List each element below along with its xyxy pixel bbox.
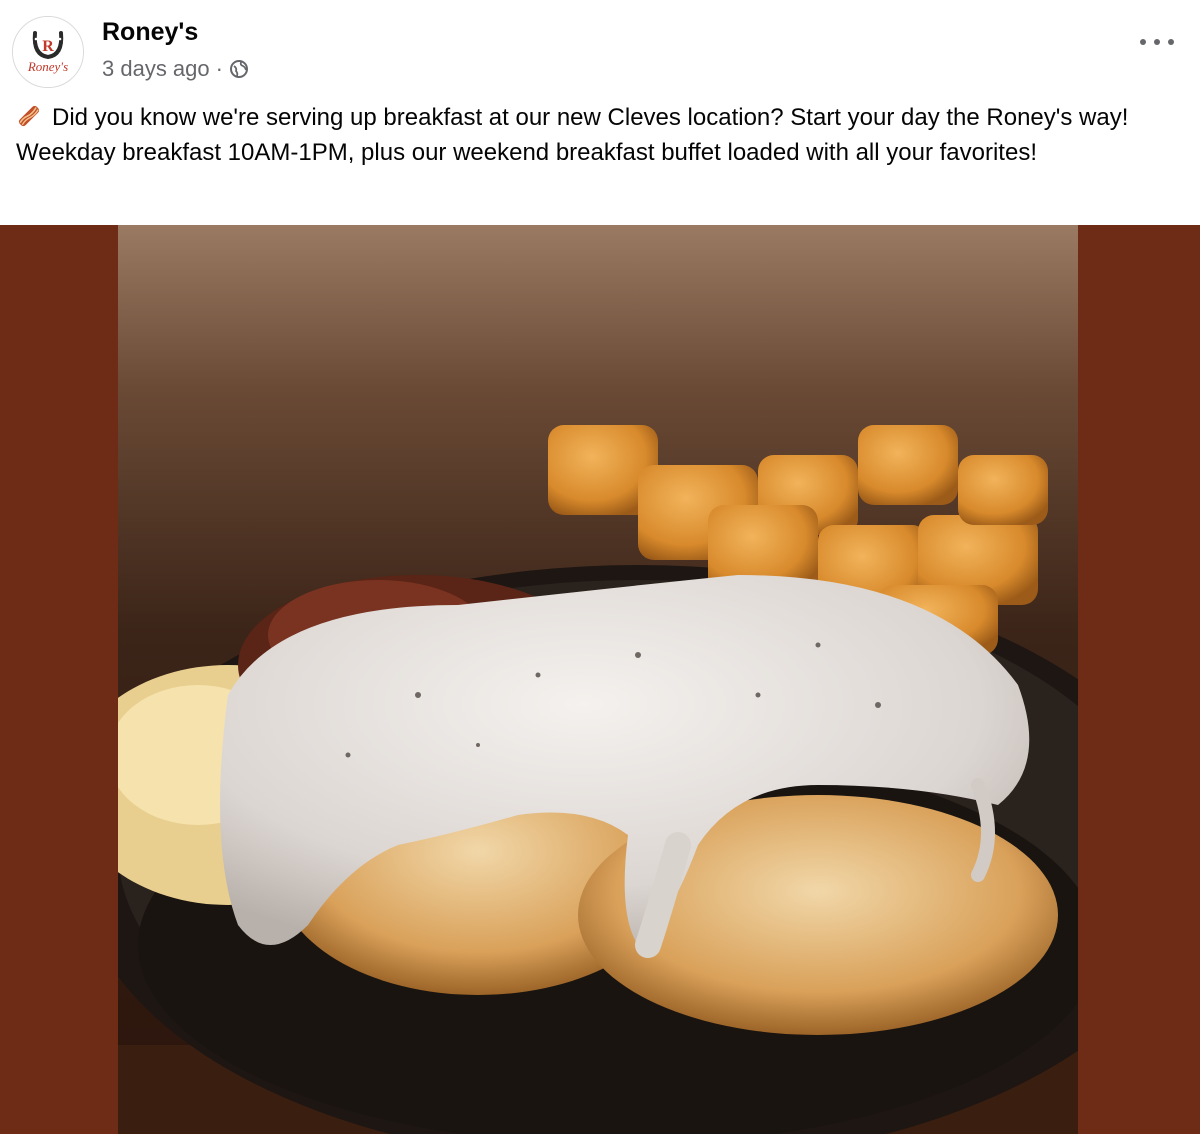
- facebook-post: R Roney's Roney's 3 days ago · Did you k…: [0, 0, 1200, 1134]
- more-dot: [1168, 39, 1174, 45]
- bacon-icon: [16, 103, 42, 129]
- page-name-link[interactable]: Roney's: [102, 18, 198, 47]
- roneys-logo: R Roney's: [13, 17, 83, 87]
- meta-separator: ·: [215, 56, 223, 81]
- page-avatar[interactable]: R Roney's: [12, 16, 84, 88]
- post-meta: 3 days ago ·: [102, 56, 249, 82]
- globe-icon[interactable]: [229, 59, 249, 79]
- svg-text:Roney's: Roney's: [27, 59, 68, 74]
- more-options-icon[interactable]: [1140, 32, 1174, 52]
- caption-text: Did you know we're serving up breakfast …: [16, 104, 1129, 166]
- post-photo[interactable]: [0, 225, 1200, 1134]
- more-dot: [1140, 39, 1146, 45]
- post-timestamp[interactable]: 3 days ago: [102, 56, 210, 82]
- post-caption: Did you know we're serving up breakfast …: [16, 100, 1186, 170]
- post-header: R Roney's Roney's 3 days ago ·: [0, 0, 1200, 100]
- svg-text:R: R: [42, 38, 54, 55]
- breakfast-photo: [118, 225, 1078, 1134]
- more-dot: [1154, 39, 1160, 45]
